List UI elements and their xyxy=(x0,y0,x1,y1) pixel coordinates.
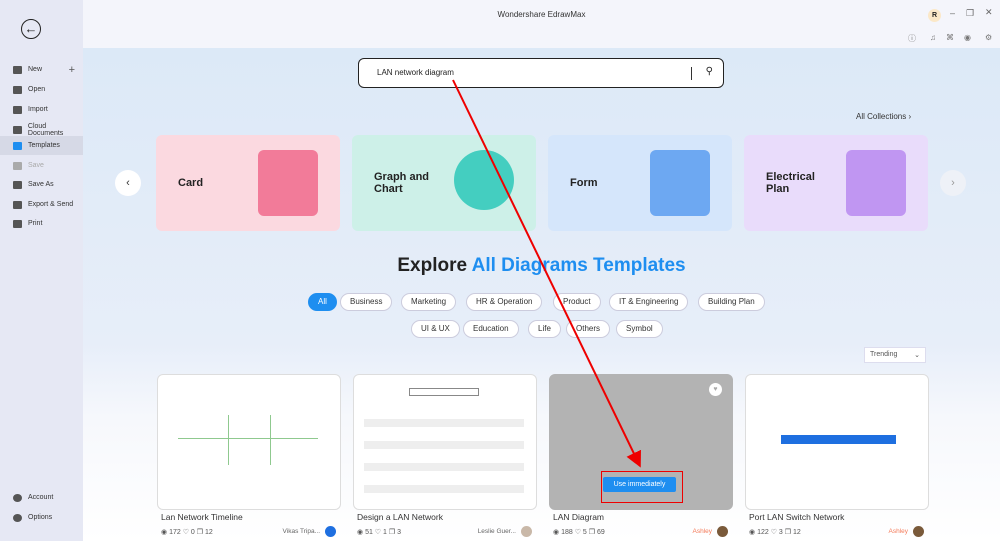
annotation-arrow xyxy=(452,79,641,468)
